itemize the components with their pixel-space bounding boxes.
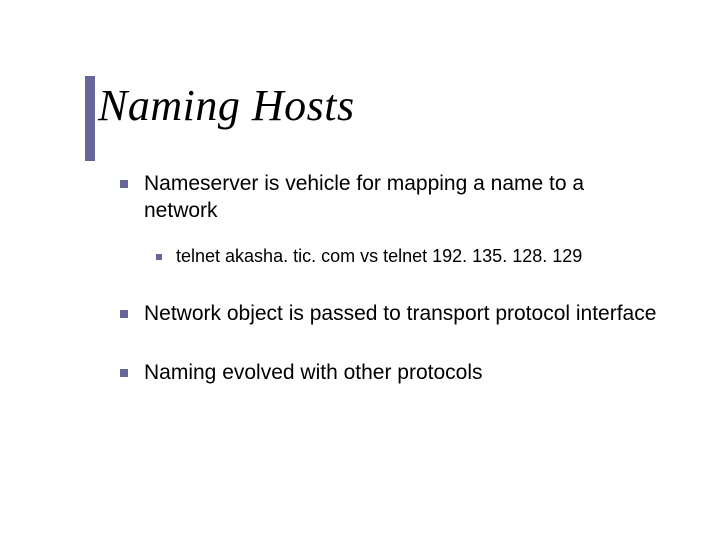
bullet-item: Nameserver is vehicle for mapping a name… — [120, 170, 660, 225]
bullet-text: Nameserver is vehicle for mapping a name… — [144, 170, 660, 225]
bullet-text: telnet akasha. tic. com vs telnet 192. 1… — [176, 245, 582, 268]
slide: Naming Hosts Nameserver is vehicle for m… — [0, 0, 720, 540]
bullet-item: Naming evolved with other protocols — [120, 359, 660, 386]
bullet-item: telnet akasha. tic. com vs telnet 192. 1… — [156, 245, 660, 268]
bullet-text: Network object is passed to transport pr… — [144, 300, 656, 327]
slide-title: Naming Hosts — [98, 80, 355, 131]
bullet-item: Network object is passed to transport pr… — [120, 300, 660, 327]
square-bullet-icon — [120, 310, 128, 318]
bullet-text: Naming evolved with other protocols — [144, 359, 483, 386]
title-accent-bar — [85, 76, 95, 161]
slide-body: Nameserver is vehicle for mapping a name… — [120, 170, 660, 393]
square-bullet-icon — [156, 254, 162, 260]
square-bullet-icon — [120, 369, 128, 377]
square-bullet-icon — [120, 180, 128, 188]
